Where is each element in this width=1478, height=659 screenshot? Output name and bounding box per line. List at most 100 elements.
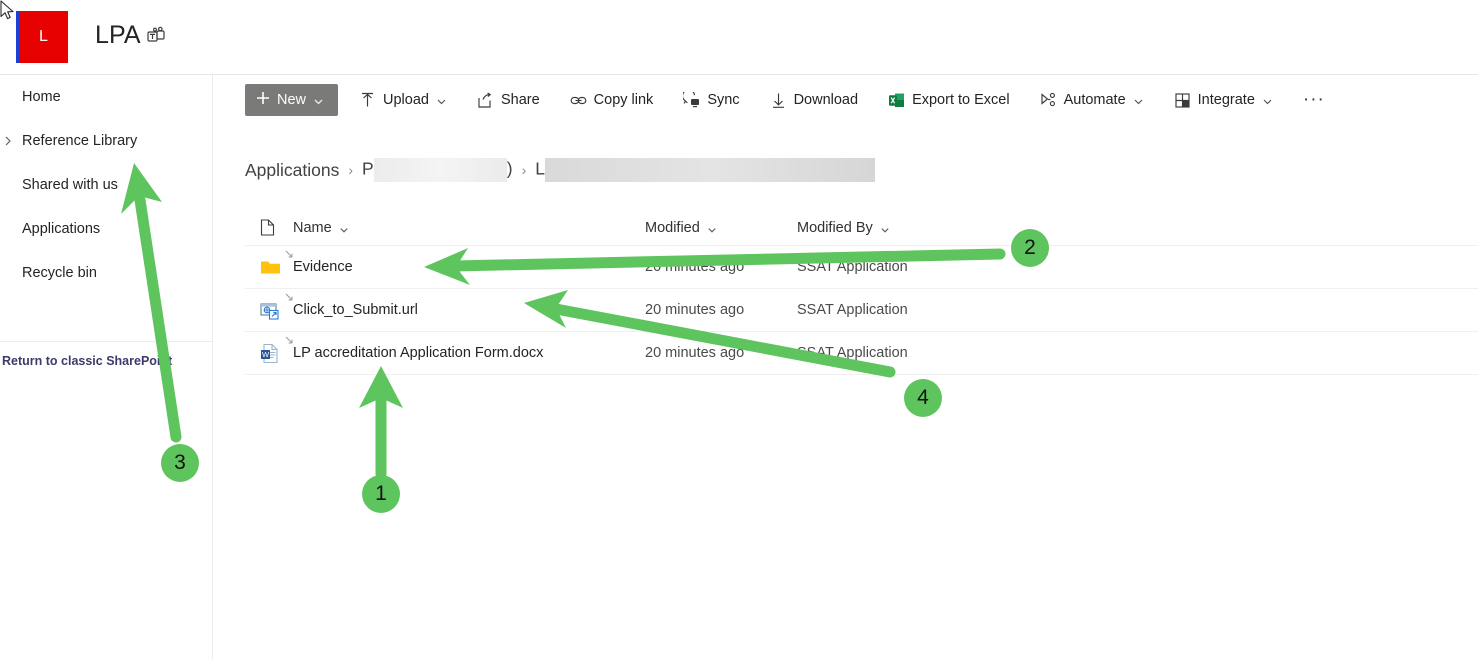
annotation-arrow-1 <box>359 366 403 480</box>
sync-label: Sync <box>707 92 740 108</box>
chevron-down-icon <box>880 223 890 233</box>
chevron-down-icon <box>436 95 447 106</box>
automate-icon <box>1040 92 1057 109</box>
file-name: Click_to_Submit.url <box>293 302 418 318</box>
sidebar-item-label: Home <box>22 89 61 105</box>
file-modified-by: SSAT Application <box>797 259 908 275</box>
command-bar: New Upload Share Copy link Sync Download… <box>213 75 1478 125</box>
site-logo[interactable]: L <box>16 11 68 63</box>
column-header-file-type[interactable] <box>245 219 293 236</box>
breadcrumb-separator: › <box>348 162 354 178</box>
sidebar-item-label: Applications <box>22 221 101 237</box>
site-logo-letter: L <box>39 28 48 45</box>
share-icon <box>477 92 494 109</box>
sidebar-item-label: Reference Library <box>22 133 138 149</box>
sidebar-item-label: Shared with us <box>22 177 118 193</box>
file-modified-by: SSAT Application <box>797 302 908 318</box>
breadcrumb-item-level3[interactable]: L <box>535 158 875 182</box>
breadcrumb-level2-prefix: P <box>362 158 374 179</box>
row-name-cell[interactable]: Evidence <box>285 250 645 275</box>
breadcrumb-item-applications[interactable]: Applications <box>245 160 339 181</box>
file-modified: 20 minutes ago <box>645 345 745 361</box>
file-name: Evidence <box>293 259 353 275</box>
new-button-label: New <box>277 92 307 108</box>
row-modified-cell: 20 minutes ago <box>645 302 797 318</box>
row-name-cell[interactable]: Click_to_Submit.url <box>285 293 645 318</box>
annotation-badge-1: 1 <box>362 475 400 513</box>
download-label: Download <box>793 92 859 108</box>
column-header-modified-by-label: Modified By <box>797 219 873 236</box>
chevron-down-icon <box>1262 95 1273 106</box>
annotation-badge-2: 2 <box>1011 229 1049 267</box>
row-name-cell[interactable]: LP accreditation Application Form.docx <box>285 336 645 361</box>
upload-label: Upload <box>383 92 429 108</box>
redaction-block <box>544 158 875 182</box>
share-button[interactable]: Share <box>468 84 549 116</box>
file-modified-by: SSAT Application <box>797 345 908 361</box>
sidebar-item-home[interactable]: Home <box>0 75 212 119</box>
table-row[interactable]: Evidence 20 minutes ago SSAT Application <box>245 246 1478 289</box>
export-to-excel-button[interactable]: Export to Excel <box>879 84 1019 116</box>
row-modified-cell: 20 minutes ago <box>645 345 797 361</box>
mouse-cursor-icon <box>0 0 14 20</box>
annotation-badge-label: 1 <box>375 482 387 505</box>
breadcrumb-level2-suffix: ) <box>506 158 513 179</box>
annotation-badge-label: 4 <box>917 386 929 409</box>
sidebar-item-shared-with-us[interactable]: Shared with us <box>0 163 212 207</box>
column-header-name[interactable]: Name <box>293 220 645 236</box>
file-modified: 20 minutes ago <box>645 259 745 275</box>
table-row[interactable]: W LP accreditation Application Form.docx… <box>245 332 1478 375</box>
site-header: L LPA <box>0 0 1478 75</box>
annotation-badge-label: 2 <box>1024 236 1036 259</box>
sharepoint-document-library-page: L LPA Home Reference Library Shared with… <box>0 0 1478 659</box>
file-list: Name Modified Modified By Evidence 20 mi… <box>245 210 1478 375</box>
teams-icon[interactable] <box>147 26 167 46</box>
upload-button[interactable]: Upload <box>350 84 456 116</box>
pointer-mark-icon <box>284 291 295 302</box>
breadcrumb-item-level2[interactable]: P) <box>362 158 513 182</box>
row-modified-by-cell: SSAT Application <box>797 302 967 318</box>
word-doc-icon: W <box>261 343 278 363</box>
new-button[interactable]: New <box>245 84 339 116</box>
integrate-button[interactable]: Integrate <box>1165 84 1282 116</box>
row-modified-cell: 20 minutes ago <box>645 259 797 275</box>
automate-button[interactable]: Automate <box>1031 84 1153 116</box>
breadcrumb-level3-prefix: L <box>535 158 545 179</box>
column-header-modified-by[interactable]: Modified By <box>797 220 967 236</box>
chevron-down-icon <box>1133 95 1144 106</box>
return-to-classic-sharepoint-link[interactable]: Return to classic SharePoint <box>0 341 213 368</box>
automate-label: Automate <box>1063 92 1126 108</box>
sidebar-item-reference-library[interactable]: Reference Library <box>0 119 212 163</box>
column-header-modified-label: Modified <box>645 219 700 236</box>
svg-text:W: W <box>262 350 270 359</box>
sync-icon <box>682 88 700 109</box>
file-modified: 20 minutes ago <box>645 302 745 318</box>
sync-button[interactable]: Sync <box>674 84 748 116</box>
file-name: LP accreditation Application Form.docx <box>293 345 544 361</box>
more-options-button[interactable]: ··· <box>1294 84 1334 116</box>
pointer-mark-icon <box>284 334 295 345</box>
page-title: LPA <box>95 21 141 49</box>
chevron-down-icon <box>707 223 717 233</box>
annotation-badge-label: 3 <box>174 451 186 474</box>
file-list-header: Name Modified Modified By <box>245 210 1478 246</box>
folder-icon <box>261 261 280 273</box>
sidebar-item-applications[interactable]: Applications <box>0 207 212 251</box>
pointer-mark-icon <box>284 248 295 259</box>
copy-link-button[interactable]: Copy link <box>561 84 663 116</box>
sidebar-item-recycle-bin[interactable]: Recycle bin <box>0 251 212 295</box>
annotation-badge-3: 3 <box>161 444 199 482</box>
annotation-badge-4: 4 <box>904 379 942 417</box>
ellipsis-icon: ··· <box>1302 89 1325 110</box>
share-label: Share <box>500 92 540 108</box>
breadcrumb-separator: › <box>521 162 527 178</box>
sidebar-item-label: Recycle bin <box>22 265 97 281</box>
column-header-modified[interactable]: Modified <box>645 220 797 236</box>
breadcrumb: Applications › P) › L <box>245 158 875 182</box>
integrate-icon <box>1174 92 1191 109</box>
copy-link-label: Copy link <box>593 92 654 108</box>
download-button[interactable]: Download <box>761 84 868 116</box>
plus-icon <box>256 91 270 109</box>
upload-icon <box>359 92 376 109</box>
table-row[interactable]: Click_to_Submit.url 20 minutes ago SSAT … <box>245 289 1478 332</box>
